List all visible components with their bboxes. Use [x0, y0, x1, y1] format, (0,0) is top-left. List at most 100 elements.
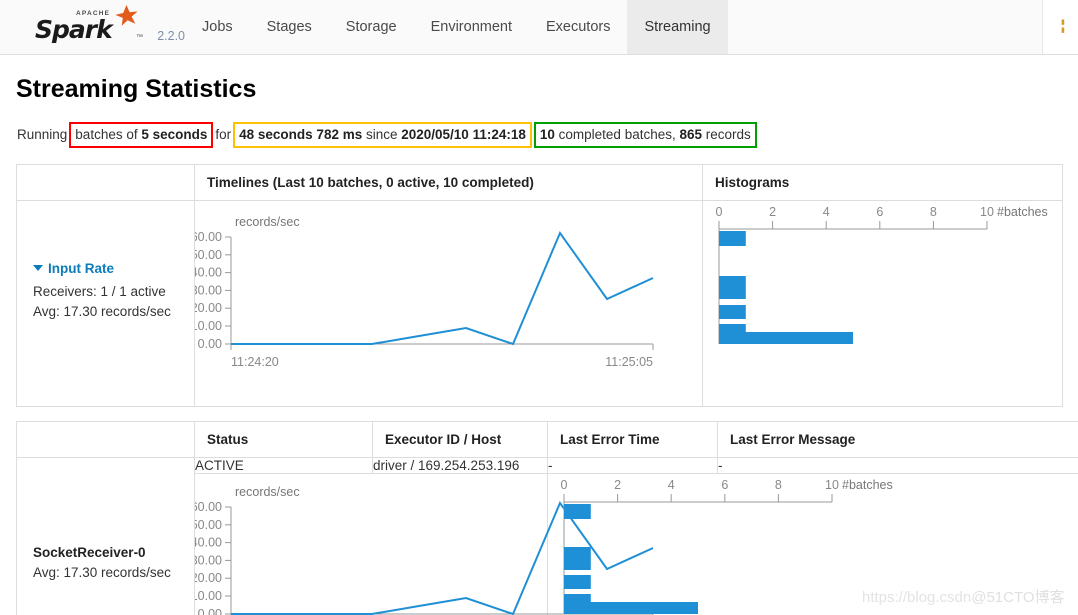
uptime-highlight: 48 seconds 782 ms since 2020/05/10 11:24…	[233, 122, 532, 148]
hist-xtick-6: 6	[876, 205, 883, 219]
r-hist-xtick-6: 6	[721, 478, 728, 492]
hist-xtick-0: 0	[716, 205, 723, 219]
input-rate-timeline-cell: records/sec 60.00	[191, 200, 703, 407]
nav-tab-jobs[interactable]: Jobs	[185, 0, 250, 54]
running-prefix: Running	[17, 127, 68, 142]
batch-interval-highlight: batches of 5 seconds	[69, 122, 214, 148]
histogram-bar	[719, 332, 853, 344]
xtick-end: 11:25:05	[605, 355, 653, 369]
nav-right-overflow[interactable]: ▮ ▮	[1042, 0, 1078, 54]
completed-label: completed batches,	[554, 127, 680, 142]
ytick-30: 30.00	[195, 283, 222, 297]
nav-tab-storage[interactable]: Storage	[329, 0, 414, 54]
completed-batches-highlight: 10 completed batches, 865 records	[533, 122, 757, 148]
timeline-table: Timelines (Last 10 batches, 0 active, 10…	[16, 164, 1063, 407]
completed-count: 10	[539, 127, 555, 142]
r-hist-xtick-10: 10	[825, 478, 839, 492]
timeline-header-timelines: Timelines (Last 10 batches, 0 active, 10…	[194, 164, 703, 201]
r-ytick-30: 30.00	[195, 553, 222, 567]
timeline-series-line	[231, 230, 654, 346]
input-rate-label: Input Rate	[48, 261, 114, 276]
receiver-histogram-cell: 0 2 4 6 8 10 #batches	[547, 473, 1078, 615]
socket-receiver-histogram-chart[interactable]: 0 2 4 6 8 10 #batches	[548, 474, 906, 615]
input-rate-receivers: Receivers: 1 / 1 active	[33, 284, 166, 299]
logo-spark-text: Spark	[35, 15, 113, 44]
receiver-histogram-x-ticks: 0 2 4 6 8 10	[561, 478, 839, 502]
input-rate-histogram-chart[interactable]: 0 2 4 6 8 10 #batches	[703, 201, 1061, 401]
receiver-header-error-message: Last Error Message	[717, 421, 1078, 458]
receiver-error-time-value: -	[547, 457, 718, 474]
logo-trademark: ™	[136, 34, 143, 41]
since-time: 2020/05/10 11:24:18	[401, 127, 526, 142]
nav-tab-environment[interactable]: Environment	[414, 0, 529, 54]
r-hist-xtick-2: 2	[614, 478, 621, 492]
nav-tab-streaming[interactable]: Streaming	[627, 0, 728, 54]
records-count: 865	[679, 127, 703, 142]
r-ytick-20: 20.00	[195, 571, 222, 585]
histogram-bar	[564, 602, 698, 614]
receiver-timeline-y-ticks: 60.00 50.00 40.00 30.00 20.00 10.00 0.00	[191, 500, 231, 615]
spark-star-icon	[115, 5, 138, 26]
histogram-x-axis-label: #batches	[997, 205, 1048, 219]
spark-logo: APACHE Spark ™	[32, 4, 153, 48]
input-rate-histogram-cell: 0 2 4 6 8 10 #batches	[702, 200, 1063, 407]
hist-xtick-4: 4	[823, 205, 830, 219]
r-ytick-10: 10.00	[195, 589, 222, 603]
receiver-header-error-time: Last Error Time	[547, 421, 718, 458]
histogram-bar	[719, 305, 746, 319]
page-title: Streaming Statistics	[16, 75, 257, 103]
nav-tabs: Jobs Stages Storage Environment Executor…	[185, 0, 728, 54]
nav-overflow-icon: ▮ ▮	[1061, 19, 1066, 34]
input-rate-timeline-chart[interactable]: records/sec 60.00	[191, 201, 701, 401]
streaming-statistics-page: APACHE Spark ™ 2.2.0 Jobs Stages Storage…	[0, 0, 1078, 615]
receiver-avg: Avg: 17.30 records/sec	[33, 565, 171, 580]
records-label: records	[702, 127, 751, 142]
receiver-header-executor: Executor ID / Host	[372, 421, 548, 458]
receiver-status-row: SocketReceiver-0 Avg: 17.30 records/sec …	[16, 457, 1078, 615]
r-hist-xtick-0: 0	[561, 478, 568, 492]
r-ytick-50: 50.00	[195, 518, 222, 532]
histogram-bar	[719, 231, 746, 246]
timeline-header-blank	[16, 164, 195, 201]
timeline-y-ticks: 60.00 50.00 40.00 30.00 20.00 10.00 0.00	[191, 230, 231, 351]
histogram-bar	[564, 504, 591, 519]
spark-version: 2.2.0	[157, 29, 185, 43]
ytick-10: 10.00	[195, 319, 222, 333]
receiver-label-cell: SocketReceiver-0 Avg: 17.30 records/sec	[16, 457, 195, 615]
nav-tab-executors[interactable]: Executors	[529, 0, 627, 54]
r-hist-xtick-8: 8	[775, 478, 782, 492]
receiver-histogram-bars	[564, 504, 698, 614]
ytick-60: 60.00	[195, 230, 222, 244]
ytick-50: 50.00	[195, 248, 222, 262]
ytick-40: 40.00	[195, 266, 222, 280]
hist-xtick-2: 2	[769, 205, 776, 219]
hist-xtick-8: 8	[930, 205, 937, 219]
receiver-table: Status Executor ID / Host Last Error Tim…	[16, 421, 1078, 615]
input-rate-toggle[interactable]: Input Rate	[33, 259, 184, 279]
timeline-y-axis-label: records/sec	[235, 215, 300, 229]
nav-tab-stages[interactable]: Stages	[250, 0, 329, 54]
navbar: APACHE Spark ™ 2.2.0 Jobs Stages Storage…	[0, 0, 1078, 55]
receiver-name: SocketReceiver-0	[33, 545, 146, 560]
histogram-bar	[719, 276, 746, 299]
brand-logo[interactable]: APACHE Spark ™ 2.2.0	[0, 0, 185, 54]
histogram-bar	[564, 575, 591, 589]
input-rate-avg: Avg: 17.30 records/sec	[33, 304, 171, 319]
receiver-status-value: ACTIVE	[194, 457, 373, 474]
batch-interval-value: 5 seconds	[141, 127, 208, 142]
chevron-down-icon	[33, 265, 43, 271]
batch-interval-prefix: batches of	[75, 127, 142, 142]
uptime-value: 48 seconds 782 ms	[239, 127, 363, 142]
hist-xtick-10: 10	[980, 205, 994, 219]
r-ytick-60: 60.00	[195, 500, 222, 514]
input-rate-label-cell: Input Rate Receivers: 1 / 1 active Avg: …	[16, 200, 195, 407]
receiver-header-blank	[16, 421, 195, 458]
r-ytick-0: 0.00	[198, 607, 222, 615]
histogram-x-ticks: 0 2 4 6 8 10	[716, 205, 994, 229]
since-word: since	[362, 127, 402, 142]
receiver-table-header-row: Status Executor ID / Host Last Error Tim…	[16, 421, 1078, 458]
ytick-0: 0.00	[198, 337, 222, 351]
receiver-executor-value: driver / 169.254.253.196	[372, 457, 548, 474]
timeline-header-histograms: Histograms	[702, 164, 1063, 201]
ytick-20: 20.00	[195, 301, 222, 315]
